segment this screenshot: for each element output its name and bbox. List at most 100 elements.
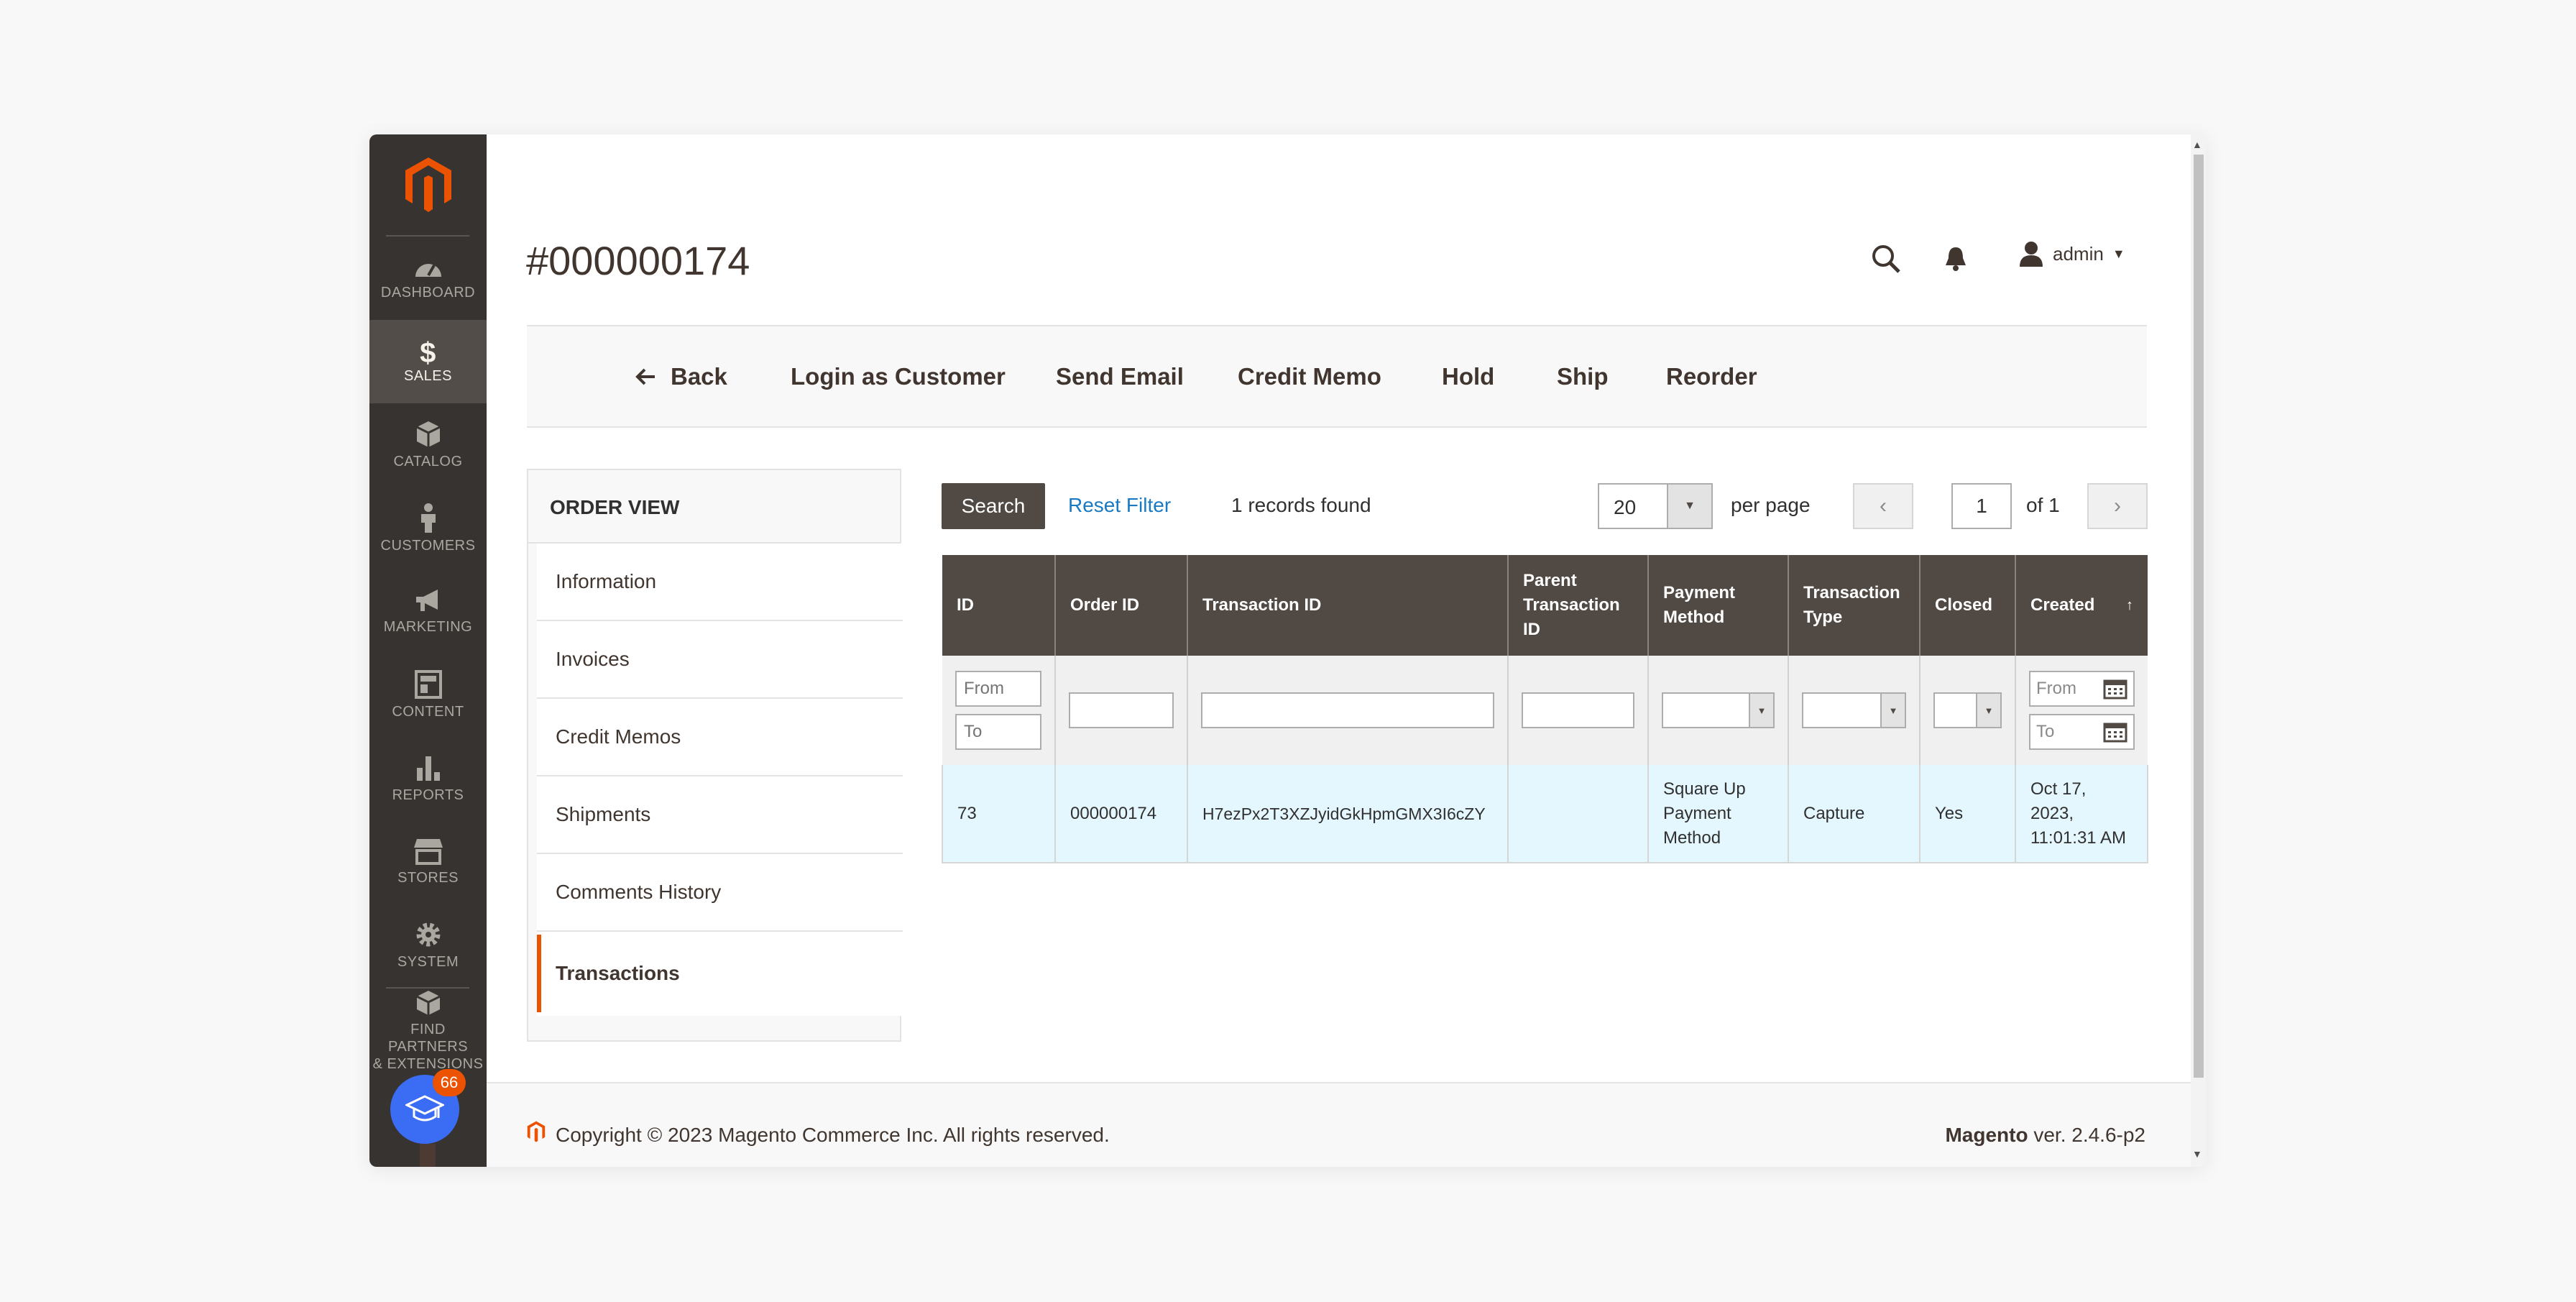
magento-logo-icon[interactable] [404,156,453,214]
per-page-select[interactable]: 20 ▼ [1598,483,1713,529]
created-from-input[interactable]: From [2029,671,2135,707]
cell-payment-method: Square Up Payment Method [1648,765,1789,863]
badge-stem [420,1144,436,1167]
page-number-input[interactable]: 1 [1951,483,2012,529]
cell-closed: Yes [1920,765,2016,863]
closed-filter-select[interactable]: ▼ [1933,692,2002,728]
tab-invoices[interactable]: Invoices [537,621,903,699]
sidebar-item-system[interactable]: SYSTEM [369,904,487,987]
order-view-title: ORDER VIEW [550,496,680,518]
chevron-right-icon: › [2114,494,2121,518]
layout-icon [414,670,442,699]
column-header-payment-method[interactable]: Payment Method [1648,555,1789,656]
magento-logo-icon [527,1121,546,1142]
calendar-icon[interactable] [2103,721,2128,743]
page-total: of 1 [2026,494,2060,516]
sidebar-item-stores[interactable]: STORES [369,820,487,904]
sidebar-item-reports[interactable]: REPORTS [369,737,487,820]
chevron-down-icon: ▼ [1976,694,2000,727]
order-view-tabs: Information Invoices Credit Memos Shipme… [537,544,903,1016]
sort-up-icon: ↑ [2126,597,2133,613]
reset-filter-link[interactable]: Reset Filter [1068,494,1171,517]
sidebar-item-content[interactable]: CONTENT [369,654,487,737]
sidebar-item-label: SALES [404,368,452,384]
chevron-down-icon: ▼ [1749,694,1773,727]
page-title: #000000174 [526,238,750,283]
column-header-closed[interactable]: Closed [1920,555,2016,656]
sidebar-item-dashboard[interactable]: DASHBOARD [369,237,487,320]
column-header-parent-transaction-id[interactable]: Parent Transaction ID [1508,555,1649,656]
sidebar-item-label: DASHBOARD [380,285,476,301]
id-from-input[interactable] [955,671,1041,707]
sidebar-item-catalog[interactable]: CATALOG [369,403,487,487]
created-to-input[interactable]: To [2029,714,2135,750]
person-icon [420,503,436,533]
browser-window: DASHBOARD $ SALES CATALOG CUSTOMERS MARK… [369,134,2206,1167]
login-as-customer-button[interactable]: Login as Customer [791,326,1006,426]
tab-credit-memos[interactable]: Credit Memos [537,699,903,776]
sidebar-item-label: SYSTEM [397,954,459,970]
chevron-down-icon: ▼ [1880,694,1905,727]
column-header-transaction-id[interactable]: Transaction ID [1187,555,1509,656]
chevron-down-icon: ▼ [1667,485,1711,528]
cell-id: 73 [942,765,1056,863]
sidebar-item-find-partners[interactable]: FIND PARTNERS & EXTENSIONS [369,989,487,1073]
send-email-button[interactable]: Send Email [1056,326,1184,426]
column-header-id[interactable]: ID [942,555,1056,656]
version-text: Magento ver. 2.4.6-p2 [1945,1124,2145,1147]
table-header-row: ID Order ID Transaction ID Parent Transac… [942,555,2148,656]
cell-created: Oct 17, 2023, 11:01:31 AM [2015,765,2148,863]
search-icon[interactable] [1871,244,1901,274]
scroll-up-icon[interactable]: ▲ [2192,139,2202,150]
calendar-icon[interactable] [2103,678,2128,700]
tab-transactions[interactable]: Transactions [537,935,903,1012]
admin-sidebar: DASHBOARD $ SALES CATALOG CUSTOMERS MARK… [369,134,487,1167]
previous-page-button[interactable]: ‹ [1853,483,1913,529]
order-id-filter-input[interactable] [1069,692,1174,728]
page-footer: Copyright © 2023 Magento Commerce Inc. A… [487,1082,2197,1167]
arrow-left-icon [635,368,655,385]
sidebar-item-label: CATALOG [393,454,463,469]
cell-transaction-id: H7ezPx2T3XZJyidGkHpmGMX3I6cZY [1187,765,1509,863]
page-actions-toolbar: Back Login as Customer Send Email Credit… [527,325,2147,428]
per-page-value: 20 [1614,496,1637,518]
notification-count-badge: 66 [433,1069,466,1096]
column-header-created[interactable]: Created ↑ [2015,555,2148,656]
admin-username: admin [2053,242,2104,265]
cell-parent-transaction-id [1508,765,1649,863]
search-button[interactable]: Search [942,483,1045,529]
scrollbar-thumb[interactable] [2194,155,2204,1078]
hold-button[interactable]: Hold [1442,326,1494,426]
id-to-input[interactable] [955,714,1041,750]
sidebar-item-marketing[interactable]: MARKETING [369,570,487,654]
admin-user-menu[interactable]: admin ▼ [2018,241,2125,267]
transaction-id-filter-input[interactable] [1201,692,1494,728]
tab-information[interactable]: Information [537,544,903,621]
payment-method-filter-select[interactable]: ▼ [1662,692,1775,728]
next-page-button[interactable]: › [2087,483,2148,529]
table-row[interactable]: 73 000000174 H7ezPx2T3XZJyidGkHpmGMX3I6c… [942,765,2148,863]
dashboard-icon [415,264,441,277]
credit-memo-button[interactable]: Credit Memo [1238,326,1381,426]
bar-chart-icon [416,756,440,781]
version-number: ver. 2.4.6-p2 [2028,1124,2145,1146]
transaction-type-filter-select[interactable]: ▼ [1802,692,1906,728]
tab-comments-history[interactable]: Comments History [537,854,903,932]
column-header-transaction-type[interactable]: Transaction Type [1788,555,1920,656]
brand-name: Magento [1945,1124,2028,1146]
tab-shipments[interactable]: Shipments [537,776,903,854]
reorder-button[interactable]: Reorder [1666,326,1757,426]
parent-transaction-id-filter-input[interactable] [1522,692,1634,728]
sidebar-item-sales[interactable]: $ SALES [369,320,487,403]
storefront-icon [413,839,443,865]
sidebar-item-customers[interactable]: CUSTOMERS [369,487,487,570]
bell-icon[interactable] [1944,245,1968,272]
scroll-down-icon[interactable]: ▼ [2192,1148,2202,1160]
back-button[interactable]: Back [635,326,727,426]
created-to-placeholder: To [2036,722,2055,741]
sidebar-item-label: & EXTENSIONS [372,1056,484,1072]
ship-button[interactable]: Ship [1557,326,1609,426]
sidebar-item-label: FIND PARTNERS [387,1022,469,1055]
column-header-order-id[interactable]: Order ID [1055,555,1188,656]
chevron-left-icon: ‹ [1880,494,1887,518]
